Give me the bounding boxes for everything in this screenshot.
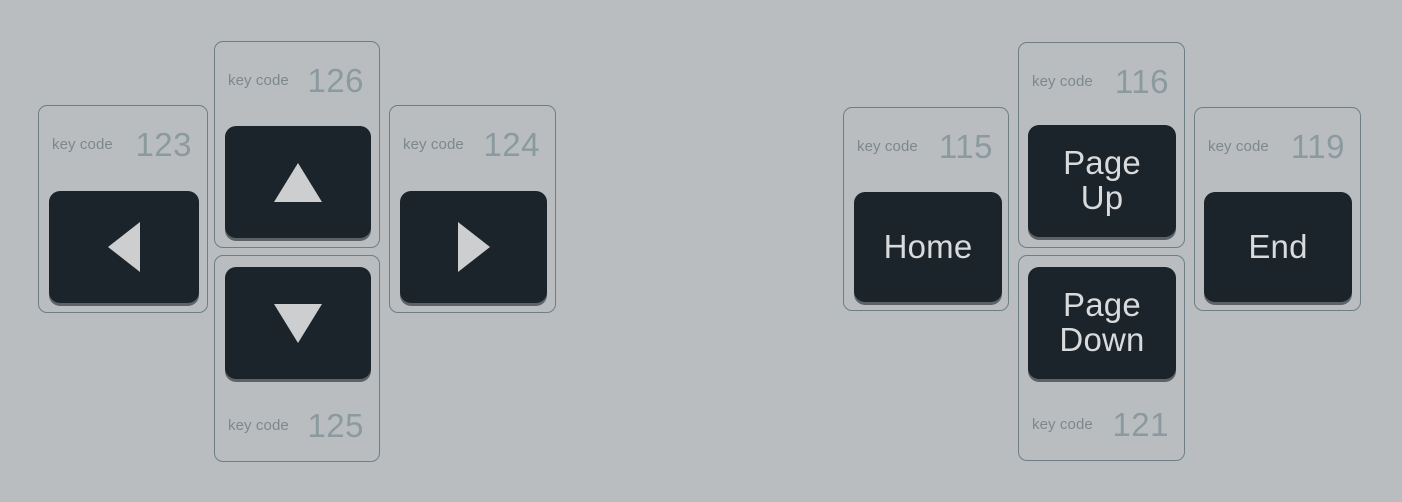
- keycap-label: Page Down: [1059, 286, 1145, 358]
- key-card-end[interactable]: key code 119 End: [1194, 107, 1361, 311]
- key-code-meta: key code 123: [39, 124, 207, 164]
- key-code-value: 126: [307, 61, 364, 99]
- key-code-value: 119: [1290, 127, 1345, 165]
- key-code-label: key code: [857, 137, 918, 155]
- key-code-meta: key code 115: [844, 126, 1008, 166]
- key-code-value: 125: [307, 406, 364, 444]
- key-code-label: key code: [403, 135, 464, 153]
- key-code-value: 123: [135, 125, 192, 163]
- key-code-meta: key code 126: [215, 60, 379, 100]
- key-card-home[interactable]: key code 115 Home: [843, 107, 1009, 311]
- keycap-label: End: [1248, 227, 1308, 265]
- key-code-value: 121: [1112, 405, 1169, 443]
- key-code-value: 116: [1114, 62, 1169, 100]
- arrow-right-icon: [457, 222, 490, 272]
- key-code-value: 115: [938, 127, 993, 165]
- key-code-value: 124: [483, 125, 540, 163]
- keycap-home[interactable]: Home: [854, 192, 1002, 302]
- key-card-left-arrow[interactable]: key code 123: [38, 105, 208, 313]
- keycap-page-down[interactable]: Page Down: [1028, 267, 1176, 379]
- key-code-meta: key code 124: [390, 124, 555, 164]
- keycap-down-arrow[interactable]: [225, 267, 371, 379]
- key-card-up-arrow[interactable]: key code 126: [214, 41, 380, 248]
- keycap-left-arrow[interactable]: [49, 191, 199, 303]
- key-code-reference-board: key code 123 key code 126 key code 125 k…: [0, 0, 1402, 502]
- keycap-end[interactable]: End: [1204, 192, 1352, 302]
- keycap-label: Home: [883, 227, 973, 265]
- key-code-meta: key code 121: [1019, 404, 1184, 444]
- keycap-up-arrow[interactable]: [225, 126, 371, 238]
- key-code-label: key code: [1032, 72, 1093, 90]
- key-code-label: key code: [228, 416, 289, 434]
- key-code-meta: key code 119: [1195, 126, 1360, 166]
- key-code-label: key code: [1032, 415, 1093, 433]
- key-code-label: key code: [228, 71, 289, 89]
- key-card-down-arrow[interactable]: key code 125: [214, 255, 380, 462]
- arrow-up-icon: [274, 162, 322, 202]
- key-card-right-arrow[interactable]: key code 124: [389, 105, 556, 313]
- arrow-down-icon: [274, 303, 322, 343]
- key-code-label: key code: [52, 135, 113, 153]
- key-code-meta: key code 116: [1019, 61, 1184, 101]
- key-code-label: key code: [1208, 137, 1269, 155]
- keycap-label: Page Up: [1063, 144, 1141, 216]
- keycap-page-up[interactable]: Page Up: [1028, 125, 1176, 237]
- key-code-meta: key code 125: [215, 405, 379, 445]
- arrow-left-icon: [108, 222, 140, 272]
- key-card-page-down[interactable]: Page Down key code 121: [1018, 255, 1185, 461]
- keycap-right-arrow[interactable]: [400, 191, 547, 303]
- key-card-page-up[interactable]: key code 116 Page Up: [1018, 42, 1185, 248]
